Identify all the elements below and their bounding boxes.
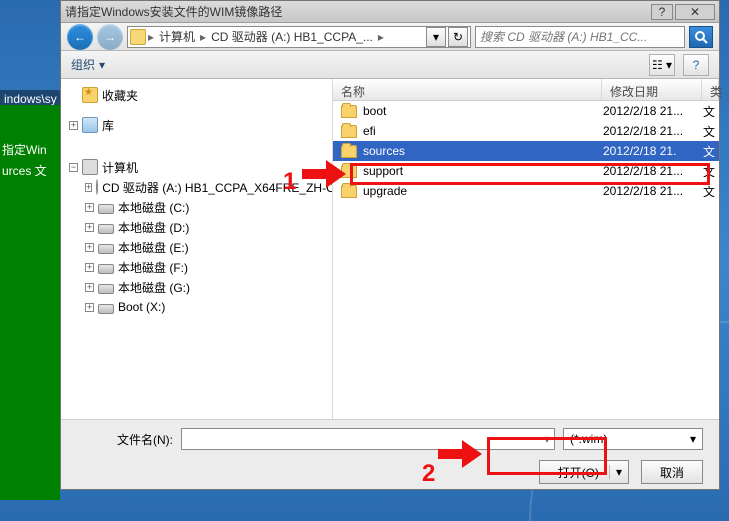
folder-icon	[341, 165, 357, 178]
item-type: 文	[703, 143, 719, 160]
toolbar: 组织▾ ☷ ▾ ?	[61, 51, 719, 79]
back-button[interactable]: ←	[67, 24, 93, 50]
item-date: 2012/2/18 21...	[603, 104, 703, 118]
filename-input[interactable]: ▾	[181, 428, 555, 450]
file-open-dialog: 请指定Windows安装文件的WIM镜像路径 ? ✕ ← → ▸ 计算机 ▸ C…	[60, 0, 720, 490]
tree-cd-drive[interactable]: +CD 驱动器 (A:) HB1_CCPA_X64FRE_ZH-CN_DV	[65, 177, 328, 197]
tree-disk-e[interactable]: +本地磁盘 (E:)	[65, 237, 328, 257]
item-date: 2012/2/18 21...	[603, 124, 703, 138]
item-date: 2012/2/18 21...	[603, 184, 703, 198]
folder-icon	[341, 125, 357, 138]
list-item[interactable]: efi2012/2/18 21...文	[333, 121, 719, 141]
file-list: 名称 修改日期 类 boot2012/2/18 21...文efi2012/2/…	[333, 79, 719, 419]
search-button[interactable]	[689, 26, 713, 48]
tree-boot-x[interactable]: +Boot (X:)	[65, 297, 328, 317]
item-name: support	[363, 164, 603, 178]
col-name[interactable]: 名称	[333, 79, 602, 100]
item-type: 文	[703, 163, 719, 180]
tree-computer[interactable]: −计算机	[65, 157, 328, 177]
drive-icon	[130, 29, 146, 45]
tree-libraries[interactable]: +库	[65, 115, 328, 135]
breadcrumb-drive[interactable]: CD 驱动器 (A:) HB1_CCPA_...	[208, 28, 376, 45]
organize-menu[interactable]: 组织▾	[71, 56, 105, 73]
item-type: 文	[703, 103, 719, 120]
search-box[interactable]	[475, 26, 685, 48]
help-button[interactable]: ?	[651, 4, 673, 20]
forward-button[interactable]: →	[97, 24, 123, 50]
tree-disk-c[interactable]: +本地磁盘 (C:)	[65, 197, 328, 217]
list-item[interactable]: sources2012/2/18 21.文	[333, 141, 719, 161]
folder-icon	[341, 185, 357, 198]
help-icon[interactable]: ?	[683, 54, 709, 76]
col-type[interactable]: 类	[702, 79, 719, 100]
item-name: upgrade	[363, 184, 603, 198]
filter-combo[interactable]: (*.wim)▾	[563, 428, 703, 450]
item-name: sources	[363, 144, 603, 158]
refresh-button[interactable]: ↻	[448, 27, 468, 47]
folder-icon	[341, 145, 357, 158]
tree-disk-g[interactable]: +本地磁盘 (G:)	[65, 277, 328, 297]
item-name: boot	[363, 104, 603, 118]
item-name: efi	[363, 124, 603, 138]
close-button[interactable]: ✕	[675, 4, 715, 20]
open-button[interactable]: 打开(O)▾	[539, 460, 629, 484]
title-bar: 请指定Windows安装文件的WIM镜像路径 ? ✕	[61, 1, 719, 23]
folder-icon	[341, 105, 357, 118]
item-date: 2012/2/18 21...	[603, 164, 703, 178]
tree-favorites[interactable]: 收藏夹	[65, 85, 328, 105]
list-item[interactable]: upgrade2012/2/18 21...文	[333, 181, 719, 201]
col-date[interactable]: 修改日期	[602, 79, 702, 100]
list-item[interactable]: support2012/2/18 21...文	[333, 161, 719, 181]
address-dropdown[interactable]: ▾	[426, 27, 446, 47]
nav-row: ← → ▸ 计算机 ▸ CD 驱动器 (A:) HB1_CCPA_... ▸ ▾…	[61, 23, 719, 51]
bg-green-panel: 指定Win urces 文	[0, 105, 60, 500]
dialog-title: 请指定Windows安装文件的WIM镜像路径	[65, 3, 649, 20]
column-headers[interactable]: 名称 修改日期 类	[333, 79, 719, 101]
cancel-button[interactable]: 取消	[641, 460, 703, 484]
nav-tree: 收藏夹 +库 −计算机 +CD 驱动器 (A:) HB1_CCPA_X64FRE…	[61, 79, 333, 419]
breadcrumb-root[interactable]: 计算机	[156, 28, 198, 45]
tree-disk-d[interactable]: +本地磁盘 (D:)	[65, 217, 328, 237]
search-input[interactable]	[480, 30, 680, 44]
item-date: 2012/2/18 21.	[603, 144, 703, 158]
tree-disk-f[interactable]: +本地磁盘 (F:)	[65, 257, 328, 277]
address-bar[interactable]: ▸ 计算机 ▸ CD 驱动器 (A:) HB1_CCPA_... ▸ ▾ ↻	[127, 26, 471, 48]
filename-label: 文件名(N):	[77, 431, 173, 448]
view-menu[interactable]: ☷ ▾	[649, 54, 675, 76]
bottom-panel: 文件名(N): ▾ (*.wim)▾ 打开(O)▾ 取消	[61, 419, 719, 489]
list-item[interactable]: boot2012/2/18 21...文	[333, 101, 719, 121]
item-type: 文	[703, 123, 719, 140]
item-type: 文	[703, 183, 719, 200]
